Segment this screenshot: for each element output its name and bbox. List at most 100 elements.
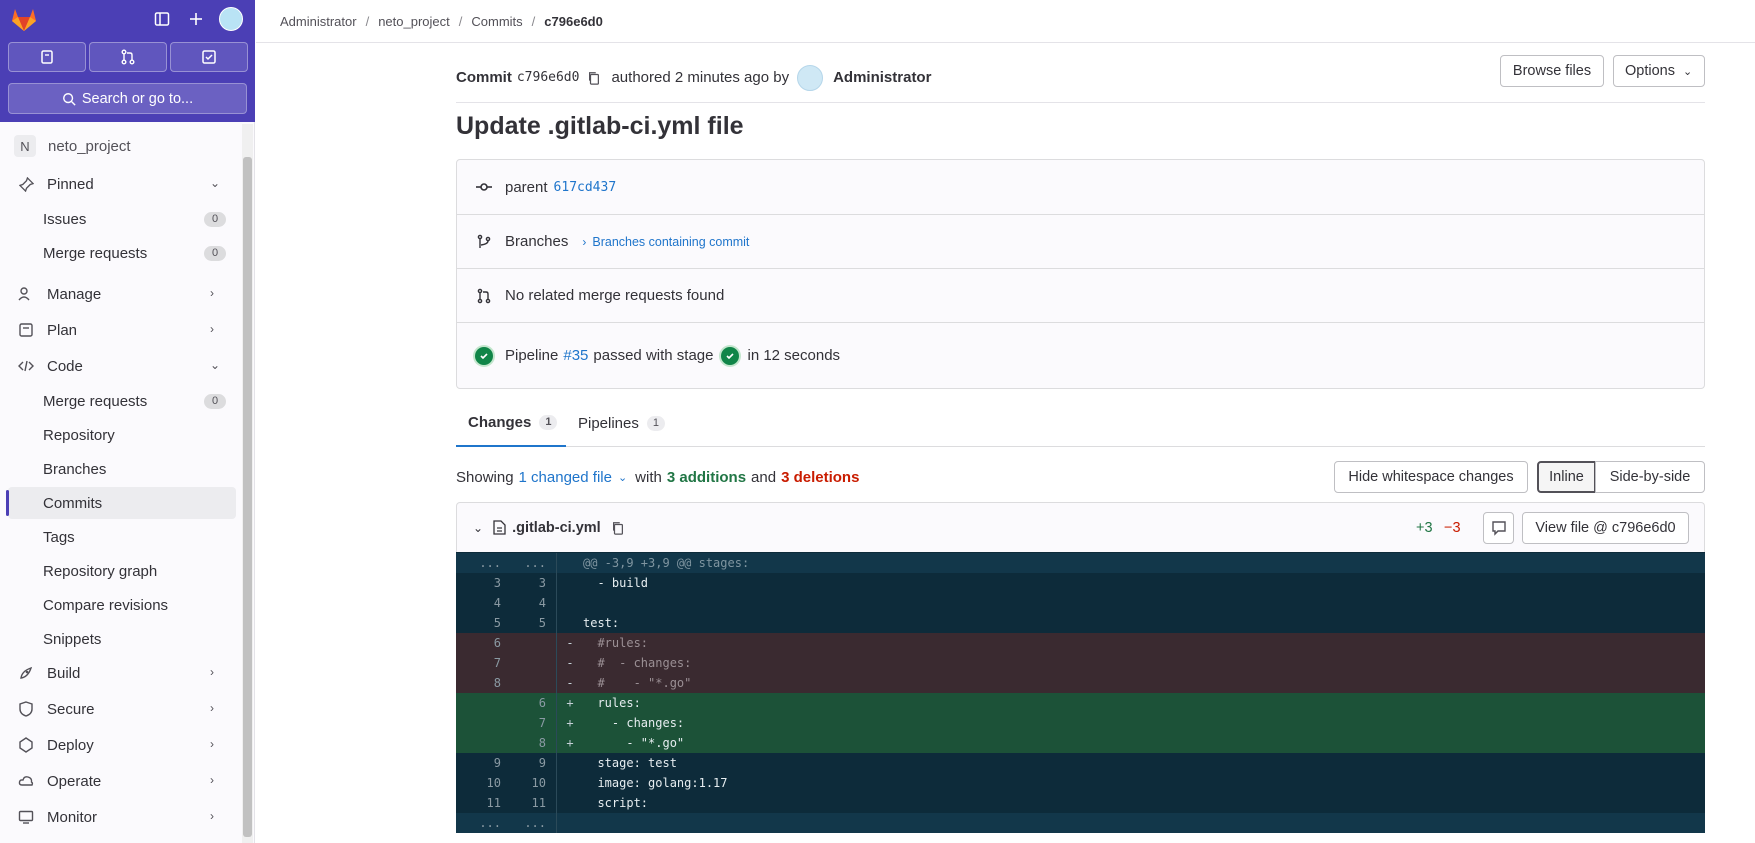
sidebar-item-branches[interactable]: Branches xyxy=(8,453,236,485)
old-line-number[interactable]: 8 xyxy=(456,676,501,690)
old-line-number[interactable]: 5 xyxy=(456,616,501,630)
sidebar-item-plan[interactable]: Plan › xyxy=(8,314,236,346)
file-added-count: +3 xyxy=(1416,519,1433,536)
search-button[interactable]: Search or go to... xyxy=(8,83,247,114)
sidebar-item-build[interactable]: Build › xyxy=(8,657,236,689)
plus-icon[interactable] xyxy=(185,8,207,30)
new-line-number[interactable]: 10 xyxy=(501,776,546,790)
new-line-number[interactable]: 8 xyxy=(501,736,546,750)
sidebar-item-secure[interactable]: Secure › xyxy=(8,693,236,725)
sidebar-item-merge-requests[interactable]: Merge requests 0 xyxy=(8,385,236,417)
file-removed-count: −3 xyxy=(1444,519,1461,536)
diff-code: - build xyxy=(583,576,649,590)
chevron-right-icon: › xyxy=(582,234,587,249)
search-icon xyxy=(62,92,76,106)
old-line-number[interactable]: 9 xyxy=(456,756,501,770)
sidebar-item-operate[interactable]: Operate › xyxy=(8,765,236,797)
breadcrumb-commits[interactable]: Commits xyxy=(471,14,522,29)
with-text: with xyxy=(635,468,662,486)
new-line-number[interactable]: 3 xyxy=(501,576,546,590)
options-dropdown[interactable]: Options ⌄ xyxy=(1613,55,1705,87)
sidebar-item-manage[interactable]: Manage › xyxy=(8,278,236,310)
old-line-number[interactable]: 7 xyxy=(456,656,501,670)
branches-containing-commit-link[interactable]: Branches containing commit xyxy=(592,235,749,249)
breadcrumb-project[interactable]: neto_project xyxy=(378,14,450,29)
tab-label: Changes xyxy=(468,413,532,431)
count-badge: 0 xyxy=(204,394,226,409)
chevron-down-icon: ⌄ xyxy=(1682,65,1693,78)
old-line-number[interactable]: 10 xyxy=(456,776,501,790)
new-line-number[interactable]: 9 xyxy=(501,756,546,770)
pipeline-id-link[interactable]: #35 xyxy=(563,347,588,364)
old-line-number[interactable]: 3 xyxy=(456,576,501,590)
new-line-number[interactable]: 5 xyxy=(501,616,546,630)
breadcrumb-current[interactable]: c796e6d0 xyxy=(544,14,603,29)
new-line-number[interactable]: ... xyxy=(501,556,546,570)
view-file-button[interactable]: View file @ c796e6d0 xyxy=(1522,512,1689,544)
todo-list-button[interactable] xyxy=(170,42,248,72)
parent-sha-link[interactable]: 617cd437 xyxy=(554,180,617,195)
new-line-number[interactable]: 11 xyxy=(501,796,546,810)
sidebar-toggle-icon[interactable] xyxy=(151,8,173,30)
old-line-number[interactable]: 11 xyxy=(456,796,501,810)
sidebar-item-issues[interactable]: Issues 0 xyxy=(8,203,236,235)
diff-gutter xyxy=(556,573,557,593)
author-avatar[interactable] xyxy=(797,64,824,91)
diff-code: @@ -3,9 +3,9 @@ stages: xyxy=(583,556,750,570)
sidebar-item-label: Manage xyxy=(47,285,102,303)
view-file-label: View file @ c796e6d0 xyxy=(1535,520,1676,536)
comment-button[interactable] xyxy=(1483,512,1514,544)
diff-code: image: golang:1.17 xyxy=(583,776,728,790)
sidebar-item-pinned[interactable]: Pinned ⌄ xyxy=(8,168,236,200)
inline-view-button[interactable]: Inline xyxy=(1537,461,1596,493)
diff-line: 10 10 image: golang:1.17 xyxy=(456,773,1705,793)
old-line-number[interactable]: ... xyxy=(456,556,501,570)
stage-status-success-icon[interactable] xyxy=(721,346,740,365)
project-avatar: N xyxy=(14,135,36,157)
sidebar-item-code[interactable]: Code ⌄ xyxy=(8,350,236,382)
sidebar-item-monitor[interactable]: Monitor › xyxy=(8,801,236,833)
gitlab-logo-icon[interactable] xyxy=(10,6,38,32)
diff-line: 44 xyxy=(456,593,1705,613)
sidebar-item-commits[interactable]: Commits xyxy=(6,487,236,519)
sidebar-item-repository-graph[interactable]: Repository graph xyxy=(8,555,236,587)
side-by-side-button[interactable]: Side-by-side xyxy=(1595,461,1705,493)
new-line-number[interactable]: 4 xyxy=(501,596,546,610)
sidebar-item-snippets[interactable]: Snippets xyxy=(8,623,236,655)
sidebar-item-merge-requests-pinned[interactable]: Merge requests 0 xyxy=(8,237,236,269)
diff-line: ...... @@ -3,9 +3,9 @@ stages: xyxy=(456,553,1705,573)
changed-files-dropdown[interactable]: 1 changed file xyxy=(519,469,612,486)
new-line-number[interactable]: 6 xyxy=(501,696,546,710)
tab-changes[interactable]: Changes 1 xyxy=(456,399,566,447)
collapse-chevron-icon[interactable]: ⌄ xyxy=(473,521,483,535)
sidebar-item-label: Deploy xyxy=(47,736,94,754)
sidebar-item-compare-revisions[interactable]: Compare revisions xyxy=(8,589,236,621)
old-line-number[interactable]: ... xyxy=(456,816,501,830)
file-name[interactable]: .gitlab-ci.yml xyxy=(512,520,601,536)
sidebar-item-tags[interactable]: Tags xyxy=(8,521,236,553)
sidebar-item-deploy[interactable]: Deploy › xyxy=(8,729,236,761)
chevron-down-icon[interactable]: ⌄ xyxy=(618,471,627,484)
old-line-number[interactable]: 6 xyxy=(456,636,501,650)
sidebar-item-repository[interactable]: Repository xyxy=(8,419,236,451)
sidebar-scrollbar-thumb[interactable] xyxy=(243,157,252,837)
breadcrumb-administrator[interactable]: Administrator xyxy=(280,14,357,29)
branches-row: Branches › Branches containing commit xyxy=(457,215,1704,269)
hide-whitespace-button[interactable]: Hide whitespace changes xyxy=(1334,461,1528,493)
new-line-number[interactable]: ... xyxy=(501,816,546,830)
new-line-number[interactable]: 7 xyxy=(501,716,546,730)
old-line-number[interactable]: 4 xyxy=(456,596,501,610)
user-avatar[interactable] xyxy=(219,7,243,31)
copy-file-path-icon[interactable] xyxy=(611,521,625,535)
cloud-icon xyxy=(17,772,35,790)
copy-icon[interactable] xyxy=(587,71,601,85)
pipeline-status-success-icon[interactable] xyxy=(475,346,493,365)
merge-requests-button[interactable] xyxy=(89,42,167,72)
sidebar-project[interactable]: N neto_project xyxy=(8,130,236,162)
deploy-icon xyxy=(17,736,35,754)
author-name[interactable]: Administrator xyxy=(833,69,931,86)
assigned-issues-button[interactable] xyxy=(8,42,86,72)
tab-pipelines[interactable]: Pipelines 1 xyxy=(566,399,677,447)
diff-line: 8 - # - "*.go" xyxy=(456,673,1705,693)
browse-files-button[interactable]: Browse files xyxy=(1500,55,1604,87)
